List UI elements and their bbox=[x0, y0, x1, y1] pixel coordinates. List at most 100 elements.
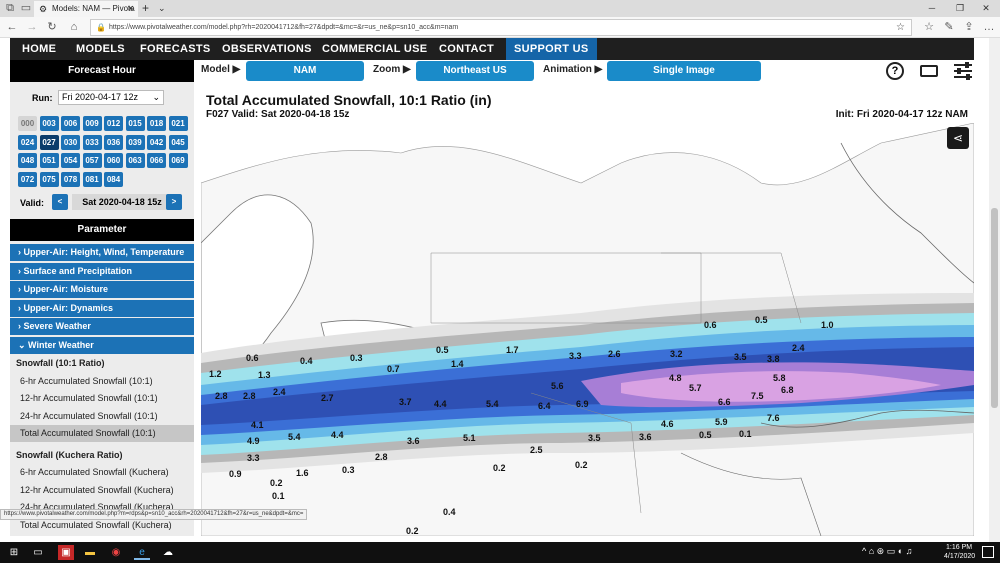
hour-button-012[interactable]: 012 bbox=[104, 116, 123, 131]
scrollbar-thumb[interactable] bbox=[991, 208, 998, 408]
parameter-category[interactable]: › Severe Weather bbox=[10, 318, 194, 336]
folder-icon[interactable]: ▬ bbox=[82, 545, 98, 560]
share-map-icon[interactable]: ⋖ bbox=[947, 127, 969, 149]
hour-button-084[interactable]: 084 bbox=[104, 171, 123, 187]
hour-button-060[interactable]: 060 bbox=[104, 153, 123, 168]
hour-button-000[interactable]: 000 bbox=[18, 116, 37, 131]
chevron-down-icon[interactable]: ⌄ bbox=[158, 0, 166, 17]
forecast-hour-header: Forecast Hour bbox=[10, 60, 194, 82]
keyboard-icon[interactable] bbox=[920, 65, 938, 77]
refresh-icon[interactable]: ↻ bbox=[44, 20, 60, 35]
nav-observations[interactable]: OBSERVATIONS bbox=[222, 38, 312, 60]
weather-app-icon[interactable]: ☁ bbox=[160, 545, 176, 560]
snowfall-value: 5.7 bbox=[689, 383, 702, 393]
edge-icon[interactable]: e bbox=[134, 545, 150, 560]
system-tray-icons[interactable]: ^ ⌂ ⊛ ▭ ◐ ♫ bbox=[862, 546, 912, 557]
hour-button-003[interactable]: 003 bbox=[39, 116, 59, 131]
product-item[interactable]: 6-hr Accumulated Snowfall (10:1) bbox=[10, 373, 194, 390]
page-scrollbar[interactable] bbox=[989, 38, 1000, 542]
map-init-time: Init: Fri 2020-04-17 12z NAM bbox=[835, 109, 968, 120]
notification-icon[interactable] bbox=[982, 546, 994, 558]
nav-home[interactable]: HOME bbox=[22, 38, 56, 60]
forward-icon[interactable]: → bbox=[24, 20, 40, 35]
snowfall-value: 0.2 bbox=[406, 526, 419, 536]
gear-icon: ⚙ bbox=[39, 4, 48, 14]
hour-button-045[interactable]: 045 bbox=[168, 134, 188, 150]
parameter-category[interactable]: › Surface and Precipitation bbox=[10, 262, 194, 280]
more-icon[interactable]: … bbox=[981, 20, 997, 35]
snowfall-value: 5.6 bbox=[551, 381, 564, 391]
nav-commercial-use[interactable]: COMMERCIAL USE bbox=[322, 38, 427, 60]
hour-button-042[interactable]: 042 bbox=[147, 134, 166, 150]
nav-forecasts[interactable]: FORECASTS bbox=[140, 38, 211, 60]
back-icon[interactable]: ← bbox=[4, 20, 20, 35]
zoom-select[interactable]: Northeast US bbox=[416, 61, 534, 81]
parameter-category[interactable]: › Upper-Air: Dynamics bbox=[10, 299, 194, 317]
hour-button-075[interactable]: 075 bbox=[39, 171, 59, 187]
hour-button-027[interactable]: 027 bbox=[39, 134, 59, 150]
app-icon[interactable]: ▣ bbox=[58, 545, 74, 560]
tab-actions-icon[interactable]: ⧉ bbox=[2, 1, 18, 16]
hour-button-024[interactable]: 024 bbox=[18, 134, 37, 150]
hour-button-066[interactable]: 066 bbox=[147, 153, 166, 168]
windows-start-icon[interactable]: ⊞ bbox=[6, 545, 22, 560]
product-item[interactable]: 12-hr Accumulated Snowfall (10:1) bbox=[10, 390, 194, 407]
home-icon[interactable]: ⌂ bbox=[66, 20, 82, 35]
nav-models[interactable]: MODELS bbox=[76, 38, 125, 60]
snowfall-map[interactable]: 0.6 0.5 1.0 0.5 1.7 3.3 2.6 3.2 3.5 3.8 2.4 0.6 0.4 0… bbox=[201, 123, 974, 536]
hour-button-015[interactable]: 015 bbox=[125, 116, 145, 131]
address-bar[interactable]: 🔒 https://www.pivotalweather.com/model.p… bbox=[90, 19, 912, 36]
hour-button-048[interactable]: 048 bbox=[18, 153, 37, 168]
maximize-icon[interactable]: ❐ bbox=[946, 0, 974, 17]
snowfall-value: 2.8 bbox=[215, 391, 228, 401]
hour-button-006[interactable]: 006 bbox=[61, 116, 80, 131]
hour-button-057[interactable]: 057 bbox=[82, 153, 102, 168]
nav-support-us[interactable]: SUPPORT US bbox=[506, 38, 597, 60]
close-icon[interactable]: ✕ bbox=[127, 1, 134, 17]
hour-button-033[interactable]: 033 bbox=[82, 134, 102, 150]
tab-list-icon[interactable]: ▭ bbox=[18, 1, 34, 16]
star-icon[interactable]: ☆ bbox=[896, 20, 905, 35]
product-item[interactable]: 6-hr Accumulated Snowfall (Kuchera) bbox=[10, 464, 194, 481]
model-select[interactable]: NAM bbox=[246, 61, 364, 81]
product-item[interactable]: 24-hr Accumulated Snowfall (10:1) bbox=[10, 408, 194, 425]
hour-button-072[interactable]: 072 bbox=[18, 171, 37, 187]
hour-button-021[interactable]: 021 bbox=[168, 116, 188, 131]
animation-select[interactable]: Single Image bbox=[607, 61, 761, 81]
hour-button-036[interactable]: 036 bbox=[104, 134, 123, 150]
product-item[interactable]: 12-hr Accumulated Snowfall (Kuchera) bbox=[10, 482, 194, 499]
task-view-icon[interactable]: ▭ bbox=[30, 545, 46, 560]
hour-button-078[interactable]: 078 bbox=[61, 171, 80, 187]
snowfall-value: 0.9 bbox=[229, 469, 242, 479]
hour-button-009[interactable]: 009 bbox=[82, 116, 102, 131]
favorites-icon[interactable]: ☆ bbox=[921, 20, 937, 35]
hour-button-054[interactable]: 054 bbox=[61, 153, 80, 168]
hour-button-018[interactable]: 018 bbox=[147, 116, 166, 131]
help-icon[interactable]: ? bbox=[886, 62, 904, 80]
hour-button-063[interactable]: 063 bbox=[125, 153, 145, 168]
browser-tab[interactable]: ⚙ Models: NAM — Pivota ✕ bbox=[34, 1, 138, 17]
run-select[interactable]: Fri 2020-04-17 12z ⌄ bbox=[58, 90, 164, 105]
chrome-icon[interactable]: ◉ bbox=[108, 545, 124, 560]
minimize-icon[interactable]: ─ bbox=[918, 0, 946, 17]
settings-sliders-icon[interactable] bbox=[953, 62, 973, 80]
window-close-icon[interactable]: ✕ bbox=[972, 0, 1000, 17]
hour-button-030[interactable]: 030 bbox=[61, 134, 80, 150]
pen-icon[interactable]: ✎ bbox=[941, 20, 957, 35]
next-hour-button[interactable]: > bbox=[166, 194, 182, 210]
prev-hour-button[interactable]: < bbox=[52, 194, 68, 210]
parameter-category[interactable]: › Upper-Air: Moisture bbox=[10, 281, 194, 299]
snowfall-value: 0.2 bbox=[270, 478, 283, 488]
parameter-category[interactable]: › Upper-Air: Height, Wind, Temperature bbox=[10, 244, 194, 261]
hour-button-051[interactable]: 051 bbox=[39, 153, 59, 168]
snowfall-value: 0.4 bbox=[300, 356, 313, 366]
hour-button-081[interactable]: 081 bbox=[82, 171, 102, 187]
hour-button-069[interactable]: 069 bbox=[168, 153, 188, 168]
new-tab-icon[interactable]: + bbox=[142, 0, 149, 17]
hour-button-039[interactable]: 039 bbox=[125, 134, 145, 150]
nav-contact[interactable]: CONTACT bbox=[439, 38, 494, 60]
snowfall-value: 4.1 bbox=[251, 420, 264, 430]
parameter-category[interactable]: ⌄ Winter Weather bbox=[10, 337, 194, 354]
share-icon[interactable]: ⇪ bbox=[961, 20, 977, 35]
product-item[interactable]: Total Accumulated Snowfall (10:1) bbox=[10, 425, 194, 442]
